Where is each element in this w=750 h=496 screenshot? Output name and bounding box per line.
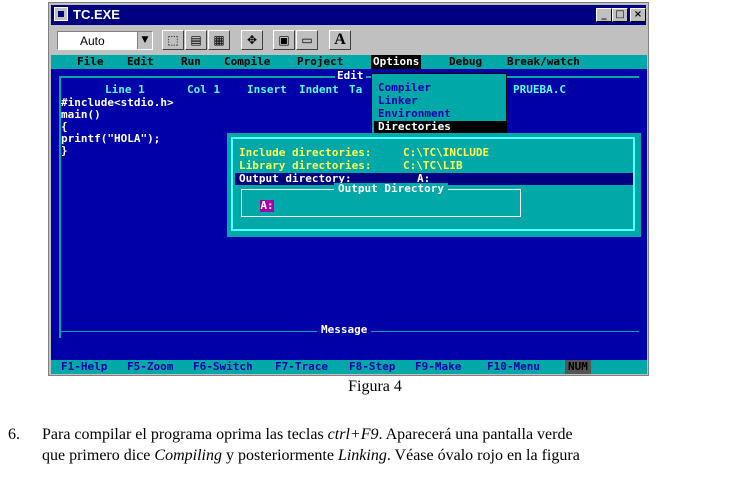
menu-run[interactable]: Run [181,55,201,69]
include-dirs-value: C:\TC\INCLUDE [403,146,490,159]
message-panel-title: Message [317,324,372,336]
step-number: 6. [8,426,20,443]
menu-compile[interactable]: Compile [224,55,270,69]
menu-item-compiler[interactable]: Compiler [378,82,431,94]
text-segment: . Véase óvalo rojo en la figura [386,447,580,464]
text-segment: . Aparecerá una pantalla verde [378,426,573,443]
menu-item-linker[interactable]: Linker [378,95,418,107]
minimize-button[interactable]: _ [596,8,612,22]
fullscreen-icon[interactable]: ✥ [241,30,263,50]
compiling-term: Compiling [154,447,222,464]
library-dirs-label[interactable]: Library directories: [239,160,371,172]
font-size-value: Auto [80,34,105,48]
key-step[interactable]: F8-Step [349,360,395,374]
font-size-select[interactable]: Auto ▼ [57,31,153,50]
close-button[interactable]: × [630,8,646,22]
function-key-bar: F1-Help F5-Zoom F6-Switch F7-Trace F8-St… [51,360,647,374]
toolbar: Auto ▼ ⬚ ▤ ▦ ✥ ▣ ▭ A [51,27,646,53]
paste-icon[interactable]: ▤ [185,30,207,50]
menu-edit[interactable]: Edit [127,55,154,69]
menu-bar: File Edit Run Compile Project Options De… [51,55,647,69]
font-icon[interactable]: A [329,30,351,50]
output-directory-input[interactable]: A: [260,200,274,212]
figure-caption: Figura 4 [348,378,402,395]
status-line: Line 1 [105,83,145,96]
menu-item-directories[interactable]: Directories [374,121,506,133]
menu-file[interactable]: File [77,55,104,69]
background-icon[interactable]: ▭ [296,30,318,50]
menu-break-watch[interactable]: Break/watch [507,55,580,69]
directories-dialog: Include directories: C:\TC\INCLUDE Libra… [227,133,641,237]
key-zoom[interactable]: F5-Zoom [127,360,173,374]
menu-item-environment[interactable]: Environment [378,108,451,120]
options-dropdown: Compiler Linker Environment Directories [371,73,507,135]
window-titlebar[interactable]: TC.EXE _ □ × [51,5,646,25]
status-file: PRUEBA.C [513,83,566,96]
menu-project[interactable]: Project [297,55,343,69]
text-segment: y posteriormente [221,447,338,464]
key-help[interactable]: F1-Help [61,360,107,374]
dos-screen: File Edit Run Compile Project Options De… [51,55,647,374]
linking-term: Linking [337,447,387,464]
step-text: Para compilar el programa oprima las tec… [42,424,742,466]
text-segment: que primero dice [42,447,155,464]
chevron-down-icon[interactable]: ▼ [137,32,152,49]
tc-exe-window: TC.EXE _ □ × Auto ▼ ⬚ ▤ ▦ ✥ ▣ ▭ A File E… [48,2,649,376]
code-line: printf("HOLA"); [61,132,161,145]
status-tab: Ta [349,83,363,96]
key-switch[interactable]: F6-Switch [193,360,253,374]
text-segment: Para compilar el programa oprima las tec… [42,426,328,443]
window-title: TC.EXE [73,7,120,22]
maximize-button[interactable]: □ [612,8,628,22]
app-icon[interactable] [54,7,68,21]
key-menu[interactable]: F10-Menu [487,360,540,374]
menu-options[interactable]: Options [371,55,422,69]
copy-icon[interactable]: ⬚ [162,30,184,50]
code-line: main() [61,108,101,121]
clipboard-icon[interactable]: ▦ [208,30,230,50]
output-directory-box: Output Directory A: [241,183,521,217]
status-indent: Indent [299,83,339,96]
library-dirs-value: C:\TC\LIB [403,159,463,172]
status-col: Col 1 [187,83,221,96]
output-directory-title: Output Directory [334,183,448,195]
key-trace[interactable]: F7-Trace [275,360,328,374]
num-lock-indicator: NUM [565,360,591,374]
key-make[interactable]: F9-Make [415,360,461,374]
properties-icon[interactable]: ▣ [273,30,295,50]
menu-debug[interactable]: Debug [449,55,482,69]
include-dirs-label[interactable]: Include directories: [239,147,371,159]
status-insert: Insert [247,83,287,96]
keyboard-shortcut: ctrl+F9 [327,426,379,443]
code-line: #include<stdio.h> [61,96,174,109]
code-line: { [61,120,68,133]
code-line: } [61,144,68,157]
editor-title: Edit [335,69,366,82]
